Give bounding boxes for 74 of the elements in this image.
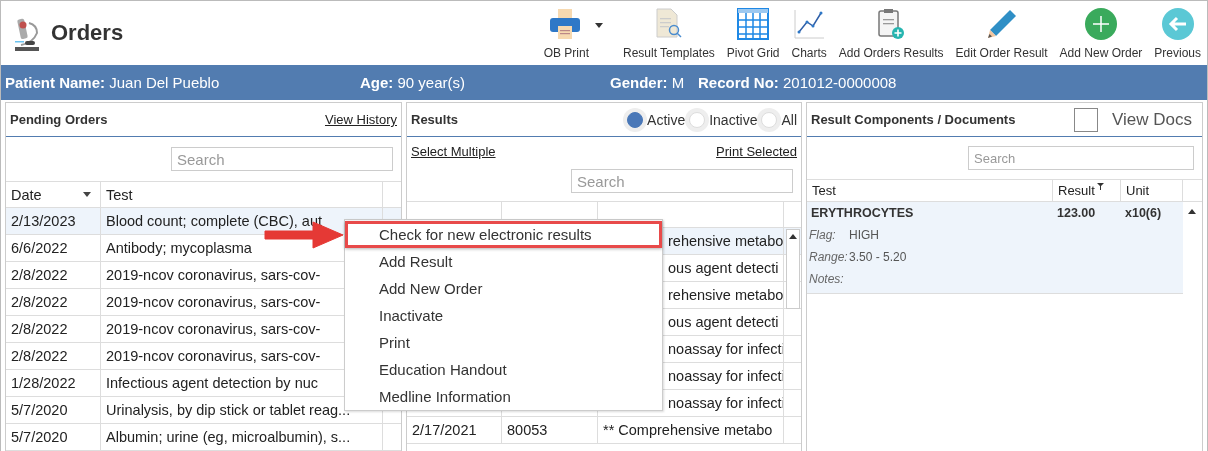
table-cell: 1/28/2022 xyxy=(6,370,101,396)
patient-field: Patient Name: Juan Del Pueblo xyxy=(5,74,360,91)
table-cell-text: ERYTHROCYTES xyxy=(810,206,915,220)
table-cell: 5/7/2020 xyxy=(6,397,101,423)
clipboard-plus-icon xyxy=(877,8,906,40)
scroll-up-icon xyxy=(789,234,797,239)
toolbar-button[interactable]: OB Print xyxy=(537,1,617,65)
patient-field: Record No: 201012-0000008 xyxy=(698,74,897,91)
toolbar-button[interactable]: Previous xyxy=(1148,1,1207,65)
table-cell: noassay for infecti xyxy=(668,368,783,384)
table-cell: 2/13/2023 xyxy=(6,208,101,234)
document-search-icon xyxy=(653,8,684,40)
search-field[interactable]: Search xyxy=(571,169,793,193)
scroll-up-icon xyxy=(1188,208,1196,214)
table-row[interactable]: 5/7/2020 Albumin; urine (eg, microalbumin), s... xyxy=(6,424,401,451)
toolbar-button[interactable]: Add New Order xyxy=(1053,1,1149,65)
search-field[interactable]: Search xyxy=(968,146,1194,170)
panel-title: Pending Orders xyxy=(10,112,108,127)
table-cell: 2/8/2022 xyxy=(6,289,101,315)
panel-title: Results xyxy=(411,112,458,127)
table-cell-text: 123.00 xyxy=(1056,206,1097,220)
table-cell-text: x10(6) xyxy=(1124,206,1162,220)
column-header[interactable]: Date xyxy=(6,182,101,207)
table-cell: 2/8/2022 xyxy=(6,262,101,288)
table-cell: 80053 xyxy=(502,417,598,443)
table-cell: rehensive metabo xyxy=(668,233,783,249)
detail-label: Flag: xyxy=(809,228,837,242)
table-cell: 2/8/2022 xyxy=(6,316,101,342)
table-cell: 5/7/2020 xyxy=(6,424,101,450)
table-cell: ous agent detecti xyxy=(668,260,779,276)
view-docs-checkbox[interactable]: View Docs xyxy=(1074,107,1192,132)
table-cell: Albumin; urine (eg, microalbumin), s... xyxy=(101,424,383,450)
view-history-link[interactable]: View History xyxy=(325,112,397,127)
table-row[interactable]: 2/17/2021 80053 ** Comprehensive metabo xyxy=(407,417,801,444)
caret-icon xyxy=(595,23,604,28)
table-cell: ous agent detecti xyxy=(668,314,779,330)
grid-icon xyxy=(737,8,770,40)
table-cell: 6/6/2022 xyxy=(6,235,101,261)
patient-field: Gender: M xyxy=(610,74,698,91)
line-chart-icon xyxy=(793,8,826,40)
sort-icon xyxy=(83,192,91,197)
filter-radio[interactable]: All xyxy=(761,111,797,128)
panel-title: Result Components / Documents xyxy=(811,112,1016,127)
filter-radio[interactable]: Active xyxy=(627,111,686,128)
table-cell: 2/17/2021 xyxy=(407,417,502,443)
detail-label: Notes: xyxy=(809,272,845,286)
column-header[interactable]: Test xyxy=(101,182,383,207)
detail-value: HIGH xyxy=(849,228,879,242)
toolbar-button[interactable]: Result Templates xyxy=(617,1,721,65)
toolbar-button[interactable]: Add Orders Results xyxy=(832,1,950,65)
filter-icon xyxy=(1096,183,1104,190)
filter-radio[interactable]: Inactive xyxy=(689,111,758,128)
column-header[interactable]: Result xyxy=(1053,180,1121,201)
pencil-icon xyxy=(985,8,1018,40)
window-title: Orders xyxy=(51,20,124,46)
print-selected-link[interactable]: Print Selected xyxy=(716,144,797,161)
result-row[interactable]: ERYTHROCYTES 123.00 x10(6) Flag: HIGH Range:3.50 - 5.20 Notes: xyxy=(807,202,1183,294)
table-cell: noassay for infecti xyxy=(668,341,783,357)
table-cell: noassay for infecti xyxy=(668,395,783,411)
select-multiple-link[interactable]: Select Multiple xyxy=(411,144,496,161)
toolbar-button[interactable]: Pivot Grid xyxy=(720,1,786,65)
detail-label: Range: xyxy=(809,250,849,264)
table-cell: 2/8/2022 xyxy=(6,343,101,369)
detail-value: 3.50 - 5.20 xyxy=(849,250,907,264)
add-icon xyxy=(1084,8,1117,40)
table-cell: rehensive metabo xyxy=(668,287,783,303)
table-cell: ** Comprehensive metabo xyxy=(598,417,784,443)
column-header[interactable]: Test xyxy=(807,180,1053,201)
column-header[interactable]: Unit xyxy=(1121,180,1183,201)
search-field[interactable]: Search xyxy=(171,147,393,171)
toolbar-button[interactable]: Charts xyxy=(785,1,833,65)
toolbar-button[interactable]: Edit Order Result xyxy=(949,1,1054,65)
patient-field: Age: 90 year(s) xyxy=(360,74,610,91)
menu-item[interactable]: Check for new electronic results xyxy=(345,221,662,248)
